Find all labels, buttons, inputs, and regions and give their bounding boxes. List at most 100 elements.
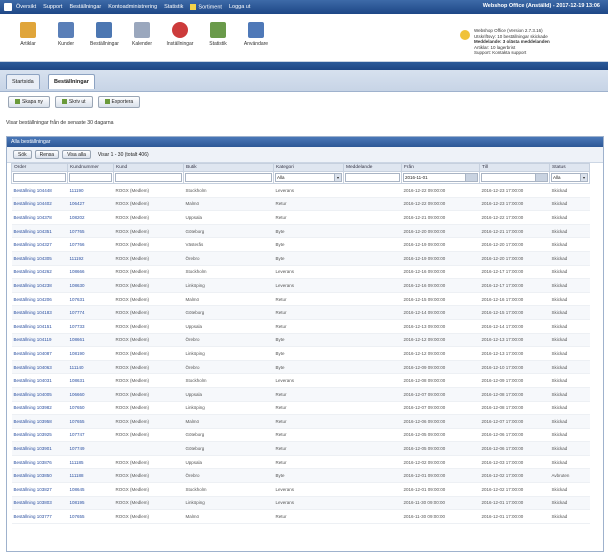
tool-calendar[interactable]: Kalender bbox=[128, 22, 156, 47]
column-header[interactable]: Kundnummer bbox=[67, 163, 114, 172]
order-link[interactable]: Beställning 103803 bbox=[11, 496, 68, 511]
table-row[interactable]: Beställning 104183 107774 ROGX (Medlem) Göt… bbox=[11, 305, 590, 320]
order-link[interactable]: Beställning 104378 bbox=[11, 210, 68, 225]
table-row[interactable]: Beställning 104005 106660 ROGX (Medlem) Upp… bbox=[11, 387, 590, 402]
user-status[interactable]: Webshop Office (Anställd) - 2017-12-19 1… bbox=[483, 3, 600, 9]
table-cell: Skickad bbox=[549, 441, 590, 456]
order-filter-input[interactable] bbox=[13, 173, 66, 182]
order-link[interactable]: Beställning 104183 bbox=[11, 305, 68, 320]
order-link[interactable]: Beställning 104351 bbox=[11, 224, 68, 239]
order-link[interactable]: Beställning 104402 bbox=[11, 197, 68, 212]
tool-customers[interactable]: Kunder bbox=[52, 22, 80, 47]
order-link[interactable]: Beställning 103876 bbox=[11, 455, 68, 470]
button-label: Skapa ny bbox=[22, 99, 43, 105]
order-link[interactable]: Beställning 103777 bbox=[11, 509, 68, 524]
table-row[interactable]: Beställning 104063 111140 ROGX (Medlem) Öre… bbox=[11, 360, 590, 375]
tool-settings[interactable]: Inställningar bbox=[166, 22, 194, 47]
table-row[interactable]: Beställning 104238 108630 ROGX (Medlem) Lin… bbox=[11, 278, 590, 293]
order-link[interactable]: Beställning 103982 bbox=[11, 401, 68, 416]
order-link[interactable]: Beställning 104063 bbox=[11, 360, 68, 375]
table-row[interactable]: Beställning 104448 111190 ROGX (Medlem) Sto… bbox=[11, 183, 590, 198]
nav-account[interactable]: Kontoadministrering bbox=[108, 4, 157, 10]
column-header[interactable]: Kategori bbox=[273, 163, 344, 172]
table-row[interactable]: Beställning 103803 108195 ROGX (Medlem) Lin… bbox=[11, 496, 590, 511]
order-link[interactable]: Beställning 104238 bbox=[11, 278, 68, 293]
order-link[interactable]: Beställning 104119 bbox=[11, 333, 68, 348]
column-header[interactable]: Butik bbox=[183, 163, 274, 172]
print-button[interactable]: Skriv ut bbox=[54, 96, 93, 108]
order-link[interactable]: Beställning 103850 bbox=[11, 468, 68, 484]
calendar-icon[interactable] bbox=[535, 174, 547, 181]
status-filter-select[interactable]: Alla ▾ bbox=[551, 173, 588, 182]
tool-orders[interactable]: Beställningar bbox=[90, 22, 119, 47]
order-link[interactable]: Beställning 103901 bbox=[11, 441, 68, 456]
order-link[interactable]: Beställning 103827 bbox=[11, 482, 68, 497]
table-row[interactable]: Beställning 103925 107747 ROGX (Medlem) Göt… bbox=[11, 428, 590, 443]
table-row[interactable]: Beställning 103901 107749 Göteborg Retur 201… bbox=[11, 441, 590, 456]
column-header[interactable]: Till bbox=[479, 163, 550, 172]
nav-support[interactable]: Support bbox=[43, 4, 62, 10]
column-header[interactable]: Meddelande bbox=[343, 163, 402, 172]
column-header[interactable]: Status bbox=[549, 163, 590, 172]
tool-users[interactable]: Användare bbox=[242, 22, 270, 47]
order-link[interactable]: Beställning 104005 bbox=[11, 387, 68, 402]
tab-orders[interactable]: Beställningar bbox=[48, 74, 95, 89]
order-link[interactable]: Beställning 104448 bbox=[11, 183, 68, 198]
table-row[interactable]: Beställning 104206 107631 ROGX (Medlem) Mal… bbox=[11, 292, 590, 307]
table-row[interactable]: Beställning 104119 108661 ROGX (Medlem) Öre… bbox=[11, 333, 590, 348]
to-date-input[interactable] bbox=[481, 173, 548, 182]
order-link[interactable]: Beställning 104206 bbox=[11, 292, 68, 307]
store-filter-input[interactable] bbox=[185, 173, 272, 182]
table-row[interactable]: Beställning 104351 107765 ROGX (Medlem) Göt… bbox=[11, 224, 590, 239]
chevron-down-icon[interactable]: ▾ bbox=[580, 174, 587, 181]
column-header[interactable]: Order bbox=[11, 163, 68, 172]
order-link[interactable]: Beställning 104305 bbox=[11, 251, 68, 266]
table-row[interactable]: Beställning 103827 108645 ROGX (Medlem) Sto… bbox=[11, 482, 590, 497]
from-date-input[interactable]: 2016-11-01 bbox=[403, 173, 478, 182]
order-link[interactable]: Beställning 104262 bbox=[11, 265, 68, 280]
nav-overview[interactable]: Översikt bbox=[16, 4, 36, 10]
table-cell: Malmö bbox=[183, 414, 274, 429]
info-line[interactable]: Support: Kontakta support bbox=[474, 50, 602, 56]
tab-start[interactable]: Startsida bbox=[6, 74, 40, 89]
table-row[interactable]: Beställning 104402 106427 ROGX (Medlem) Mal… bbox=[11, 197, 590, 212]
nav-statistics[interactable]: Statistik bbox=[164, 4, 183, 10]
table-cell: 2016-12-03 17:00:00 bbox=[479, 455, 550, 470]
nav-logout[interactable]: Logga ut bbox=[229, 4, 250, 10]
calendar-icon[interactable] bbox=[465, 174, 477, 181]
tool-articles[interactable]: Artiklar bbox=[14, 22, 42, 47]
table-row[interactable]: Beställning 104305 111192 ROGX (Medlem) Öre… bbox=[11, 251, 590, 266]
customer-filter-input[interactable] bbox=[115, 173, 182, 182]
customer-number-filter-input[interactable] bbox=[69, 173, 112, 182]
table-row[interactable]: Beställning 104087 108190 ROGX (Medlem) Lin… bbox=[11, 346, 590, 361]
order-link[interactable]: Beställning 104031 bbox=[11, 373, 68, 388]
table-row[interactable]: Beställning 103958 107655 ROGX (Medlem) Mal… bbox=[11, 414, 590, 429]
column-header[interactable]: Kund bbox=[113, 163, 184, 172]
message-filter-input[interactable] bbox=[345, 173, 400, 182]
tool-statistics[interactable]: Statistik bbox=[204, 22, 232, 47]
nav-orders[interactable]: Beställningar bbox=[69, 4, 101, 10]
order-link[interactable]: Beställning 103925 bbox=[11, 428, 68, 443]
clear-button[interactable]: Rensa bbox=[34, 150, 60, 159]
table-row[interactable]: Beställning 104031 108631 ROGX (Medlem) Sto… bbox=[11, 373, 590, 388]
search-button[interactable]: Sök bbox=[13, 150, 32, 159]
table-row[interactable]: Beställning 103777 107655 ROGX (Medlem) Mal… bbox=[11, 509, 590, 524]
table-row[interactable]: Beställning 104151 107733 ROGX (Medlem) Upp… bbox=[11, 319, 590, 334]
nav-assortment[interactable]: Sortiment bbox=[190, 3, 222, 10]
order-link[interactable]: Beställning 104151 bbox=[11, 319, 68, 334]
column-header[interactable]: Från bbox=[401, 163, 480, 172]
create-button[interactable]: Skapa ny bbox=[8, 96, 50, 108]
table-row[interactable]: Beställning 104262 108666 ROGX (Medlem) Sto… bbox=[11, 265, 590, 280]
export-button[interactable]: Exportera bbox=[97, 96, 141, 108]
table-row[interactable]: Beställning 104327 107766 ROGX (Medlem) Väs… bbox=[11, 237, 590, 252]
order-link[interactable]: Beställning 103958 bbox=[11, 414, 68, 429]
table-row[interactable]: Beställning 103982 107650 ROGX (Medlem) Lin… bbox=[11, 401, 590, 416]
order-link[interactable]: Beställning 104327 bbox=[11, 237, 68, 252]
table-row[interactable]: Beställning 103876 111185 ROGX (Medlem) Upp… bbox=[11, 455, 590, 470]
chevron-down-icon[interactable]: ▾ bbox=[334, 174, 341, 181]
show-all-button[interactable]: Visa alla bbox=[62, 150, 91, 159]
category-filter-select[interactable]: Alla ▾ bbox=[275, 173, 342, 182]
table-row[interactable]: Beställning 103850 111188 ROGX (Medlem) Öre… bbox=[11, 468, 590, 484]
table-row[interactable]: Beställning 104378 108202 ROGX (Medlem) Upp… bbox=[11, 210, 590, 225]
order-link[interactable]: Beställning 104087 bbox=[11, 346, 68, 361]
